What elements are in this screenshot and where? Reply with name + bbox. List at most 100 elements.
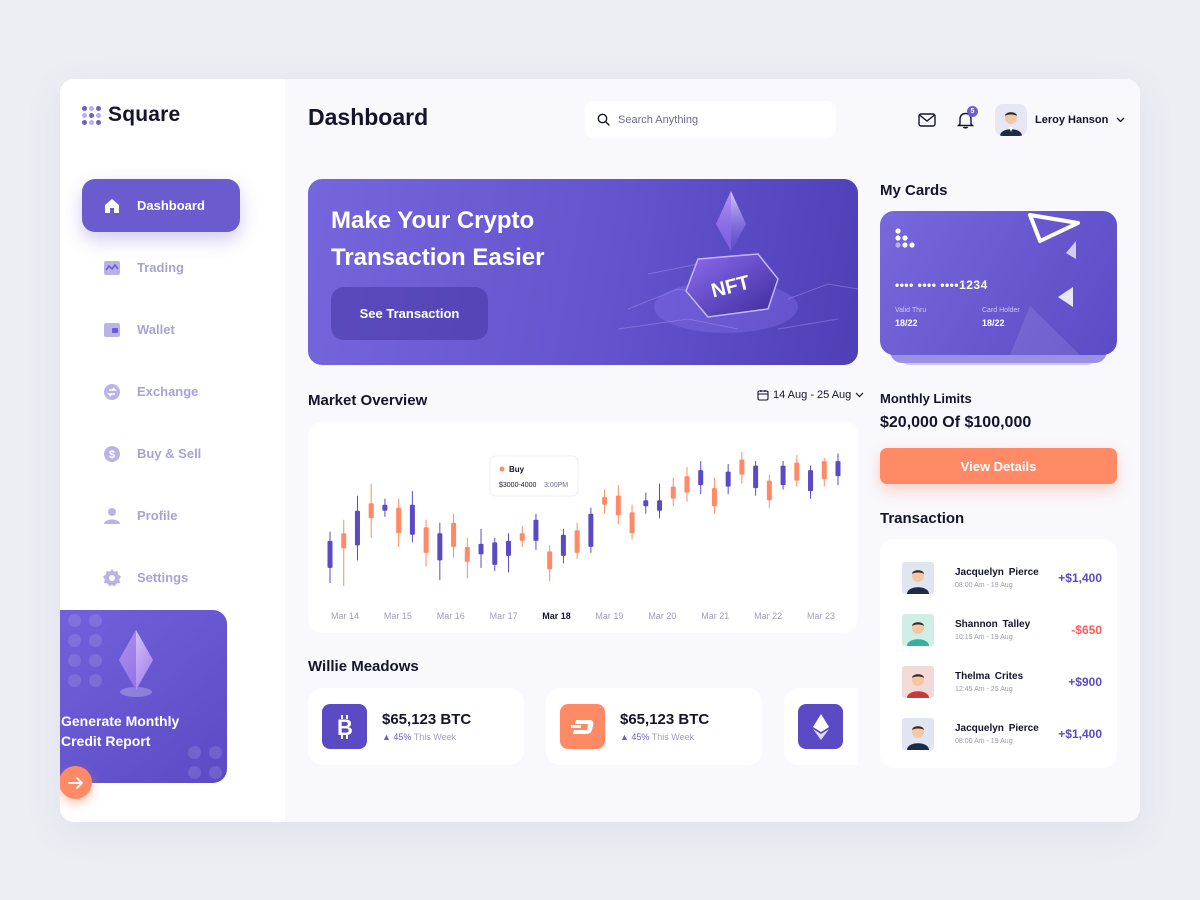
calendar-icon xyxy=(757,390,769,401)
candle-body[interactable] xyxy=(533,519,539,541)
candle-body[interactable] xyxy=(698,470,704,486)
page-title: Dashboard xyxy=(308,104,429,130)
sidebar-item-buy-sell[interactable]: $ Buy & Sell xyxy=(82,427,240,480)
candle-body[interactable] xyxy=(560,534,566,556)
candle-body[interactable] xyxy=(464,546,470,562)
candle-body[interactable] xyxy=(725,471,731,487)
coin-card[interactable] xyxy=(784,688,858,765)
transaction-row[interactable]: Thelma Crites 12:45 Am - 25 Aug +$900 xyxy=(902,665,1102,699)
monthly-limits-value: $20,000 Of $100,000 xyxy=(880,414,1032,431)
view-details-button[interactable]: View Details xyxy=(880,448,1117,484)
candle-body[interactable] xyxy=(478,543,484,555)
credit-report-promo: Generate Monthly Credit Report xyxy=(60,610,227,783)
sidebar-item-label: Settings xyxy=(137,570,189,585)
candle-body[interactable] xyxy=(739,459,745,475)
candle-body[interactable] xyxy=(423,527,429,553)
transaction-name: Jacquelyn Pierce xyxy=(955,567,1039,578)
candle-body[interactable] xyxy=(547,551,553,570)
search-input[interactable] xyxy=(618,113,818,126)
transaction-time: 08:00 Am - 19 Aug xyxy=(955,738,1013,745)
candle-body[interactable] xyxy=(766,480,772,501)
app-window: Square Dashboard Trading Wallet Exchange… xyxy=(60,79,1140,822)
candle-body[interactable] xyxy=(780,465,786,486)
coin-list: B $65,123 BTC ▲ 45% This Week $65,123 BT… xyxy=(308,688,858,765)
candle-body[interactable] xyxy=(588,513,594,547)
candle-body[interactable] xyxy=(574,530,580,553)
x-tick-label: Mar 14 xyxy=(331,611,359,621)
credit-card[interactable]: •••• •••• ••••1234 Valid Thru 18/22 Card… xyxy=(880,211,1117,355)
candle-body[interactable] xyxy=(657,500,663,511)
transaction-row[interactable]: Jacquelyn Pierce 08:00 Am - 19 Aug +$1,400 xyxy=(902,717,1102,751)
bitcoin-icon: B xyxy=(322,704,367,749)
transaction-name: Jacquelyn Pierce xyxy=(955,723,1039,734)
market-overview-title: Market Overview xyxy=(308,392,428,409)
candle-body[interactable] xyxy=(409,504,415,535)
see-transaction-button[interactable]: See Transaction xyxy=(331,287,488,340)
date-range-label: 14 Aug - 25 Aug xyxy=(773,389,852,401)
search-bar[interactable] xyxy=(585,101,836,138)
candle-body[interactable] xyxy=(629,512,635,534)
tooltip-range: $3000-4000 xyxy=(499,482,536,489)
coin-card[interactable]: B $65,123 BTC ▲ 45% This Week xyxy=(308,688,524,765)
arrow-right-icon xyxy=(67,776,83,789)
candlestick-chart: Mar 14 Mar 15 Mar 16 Mar 17 Mar 18 Mar 19 Mar … xyxy=(327,452,841,621)
candle-body[interactable] xyxy=(753,465,759,489)
candle-body[interactable] xyxy=(519,533,525,541)
mail-button[interactable] xyxy=(917,110,937,130)
promo-arrow-button[interactable] xyxy=(60,766,92,799)
transaction-title: Transaction xyxy=(880,510,965,527)
sidebar-item-wallet[interactable]: Wallet xyxy=(82,303,240,356)
user-icon xyxy=(102,506,122,526)
candle-body[interactable] xyxy=(821,461,827,480)
candle-body[interactable] xyxy=(382,504,388,511)
sidebar-item-dashboard[interactable]: Dashboard xyxy=(82,179,240,232)
candle-body[interactable] xyxy=(794,462,800,481)
candle-body[interactable] xyxy=(643,500,649,507)
candle-body[interactable] xyxy=(835,461,841,477)
date-range-picker[interactable]: 14 Aug - 25 Aug xyxy=(757,389,864,401)
candle-body[interactable] xyxy=(451,522,457,547)
dash-icon xyxy=(560,704,605,749)
transaction-name: Thelma Crites xyxy=(955,671,1024,682)
sidebar-item-profile[interactable]: Profile xyxy=(82,489,240,542)
coin-card[interactable]: $65,123 BTC ▲ 45% This Week xyxy=(546,688,762,765)
candle-body[interactable] xyxy=(368,503,374,519)
sidebar-item-trading[interactable]: Trading xyxy=(82,241,240,294)
notifications-button[interactable]: 5 xyxy=(955,106,978,130)
portfolio-title: Willie Meadows xyxy=(308,658,419,675)
avatar xyxy=(995,104,1027,136)
transaction-amount: +$1,400 xyxy=(1058,571,1102,585)
user-menu[interactable]: Leroy Hanson xyxy=(995,104,1125,136)
my-cards-title: My Cards xyxy=(880,182,948,199)
candle-body[interactable] xyxy=(492,542,498,565)
candle-body[interactable] xyxy=(354,510,360,546)
transaction-row[interactable]: Shannon Talley 10:15 Am - 19 Aug -$650 xyxy=(902,613,1102,647)
candle-body[interactable] xyxy=(341,533,347,549)
x-tick-label: Mar 16 xyxy=(437,611,465,621)
candle-body[interactable] xyxy=(602,497,608,505)
transaction-row[interactable]: Jacquelyn Pierce 08:00 Am - 19 Aug +$1,400 xyxy=(902,561,1102,595)
valid-thru-value: 18/22 xyxy=(895,318,918,328)
candle-body[interactable] xyxy=(670,486,676,499)
candle-body[interactable] xyxy=(327,540,333,568)
x-tick-label: Mar 15 xyxy=(384,611,412,621)
candle-body[interactable] xyxy=(505,540,511,556)
logo-icon xyxy=(82,105,101,125)
candle-body[interactable] xyxy=(711,488,717,507)
candle-body[interactable] xyxy=(808,470,814,492)
candle-body[interactable] xyxy=(437,533,443,561)
sidebar-item-settings[interactable]: Settings xyxy=(82,551,240,604)
nft-illustration: NFT xyxy=(617,191,858,333)
candle-body[interactable] xyxy=(684,476,690,493)
card-holder-value: 18/22 xyxy=(982,318,1005,328)
monthly-limits-title: Monthly Limits xyxy=(880,391,972,406)
brand-logo[interactable]: Square xyxy=(82,103,180,127)
sidebar-item-exchange[interactable]: Exchange xyxy=(82,365,240,418)
candle-body[interactable] xyxy=(615,495,621,516)
market-chart: Mar 14 Mar 15 Mar 16 Mar 17 Mar 18 Mar 19 Mar … xyxy=(308,422,858,633)
mail-icon xyxy=(918,113,936,127)
ethereum-gem-icon xyxy=(119,630,153,697)
candle-body[interactable] xyxy=(396,507,402,534)
gear-icon xyxy=(102,568,122,588)
avatar xyxy=(902,614,934,646)
